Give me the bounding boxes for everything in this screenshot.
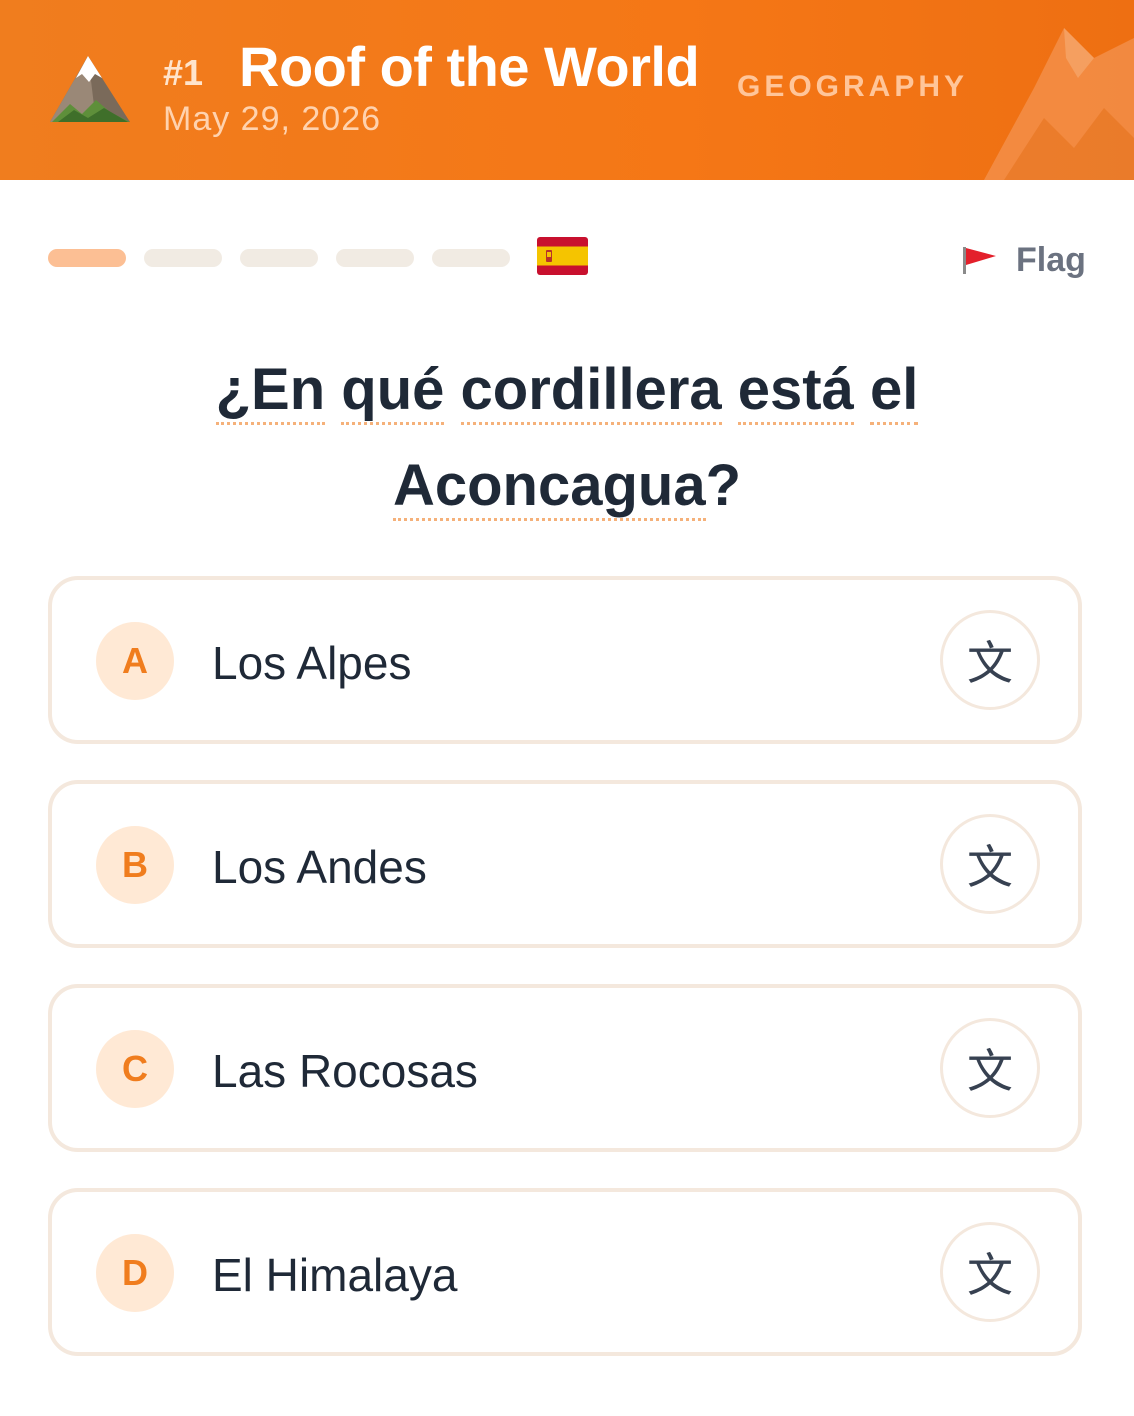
quiz-title: Roof of the World	[239, 35, 700, 98]
question-line-2: Aconcagua?	[100, 438, 1034, 534]
progress-segment	[240, 249, 318, 267]
question-text: ¿En qué cordillera está el Aconcagua?	[100, 342, 1034, 534]
question-word[interactable]: qué	[341, 357, 445, 425]
progress-segment	[144, 249, 222, 267]
spain-flag-icon[interactable]	[537, 237, 588, 275]
background-mountain-icon	[984, 28, 1134, 180]
option-letter-badge: C	[96, 1030, 174, 1108]
option-text: Las Rocosas	[212, 1045, 478, 1097]
red-flag-icon	[963, 247, 996, 274]
flag-question-button[interactable]: Flag	[960, 238, 1086, 282]
option-text: Los Andes	[212, 841, 427, 893]
option-letter-badge: A	[96, 622, 174, 700]
question-word[interactable]: cordillera	[460, 357, 722, 425]
translate-icon[interactable]: 文	[940, 1222, 1040, 1322]
progress-segment	[336, 249, 414, 267]
progress-segment	[432, 249, 510, 267]
translate-icon[interactable]: 文	[940, 610, 1040, 710]
question-word[interactable]: el	[870, 357, 919, 425]
question-word[interactable]: Aconcagua	[392, 453, 706, 521]
question-punctuation: ?	[705, 453, 742, 518]
quiz-date: May 29, 2026	[163, 100, 382, 138]
category-label: GEOGRAPHY	[737, 70, 969, 103]
option-letter-badge: B	[96, 826, 174, 904]
progress-segment-current	[48, 249, 126, 267]
quiz-number: #1	[163, 52, 204, 93]
quiz-header: #1 Roof of the World May 29, 2026 GEOGRA…	[0, 0, 1134, 180]
snow-capped-mountain-icon	[50, 56, 130, 122]
option-text: Los Alpes	[212, 637, 412, 689]
translate-icon[interactable]: 文	[940, 814, 1040, 914]
answer-option-a[interactable]: A Los Alpes 文	[48, 576, 1082, 744]
question-line-1: ¿En qué cordillera está el	[100, 342, 1034, 438]
answer-option-b[interactable]: B Los Andes 文	[48, 780, 1082, 948]
question-word[interactable]: ¿En	[215, 357, 326, 425]
answer-option-c[interactable]: C Las Rocosas 文	[48, 984, 1082, 1152]
option-letter-badge: D	[96, 1234, 174, 1312]
flag-label: Flag	[1016, 240, 1086, 279]
translate-icon[interactable]: 文	[940, 1018, 1040, 1118]
option-text: El Himalaya	[212, 1249, 458, 1301]
answer-option-d[interactable]: D El Himalaya 文	[48, 1188, 1082, 1356]
question-word[interactable]: está	[737, 357, 854, 425]
